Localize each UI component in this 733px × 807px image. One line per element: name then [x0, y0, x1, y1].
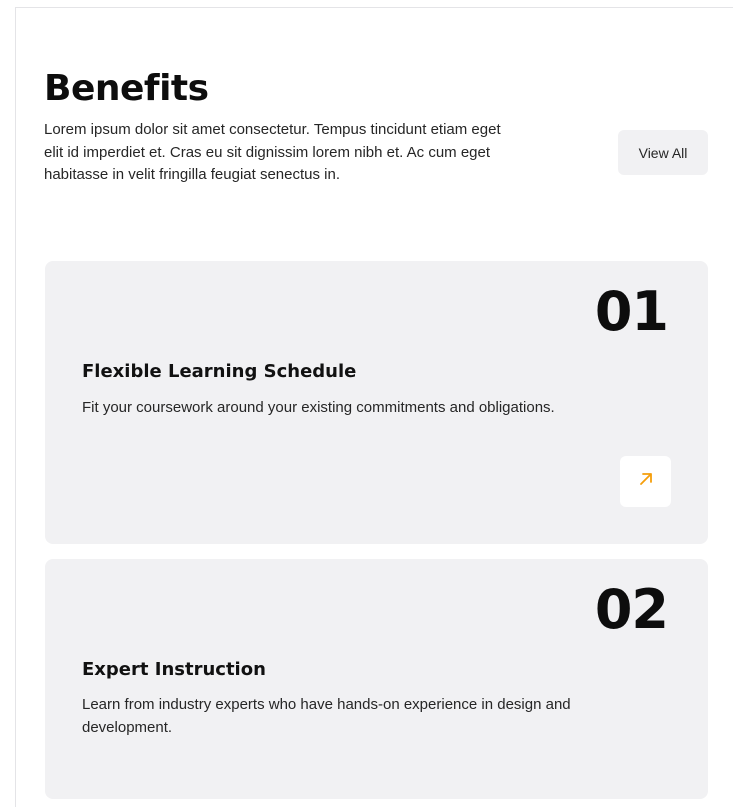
card-number: 01	[594, 280, 669, 343]
page-title: Benefits	[44, 68, 209, 109]
card-number: 02	[594, 578, 669, 641]
benefit-card: 01 Flexible Learning Schedule Fit your c…	[45, 261, 708, 544]
view-all-button[interactable]: View All	[618, 130, 708, 175]
card-link-button[interactable]	[620, 456, 671, 507]
page-description: Lorem ipsum dolor sit amet consectetur. …	[44, 121, 501, 183]
card-text: Fit your coursework around your existing…	[82, 399, 555, 416]
card-title: Expert Instruction	[82, 659, 266, 680]
card-title: Flexible Learning Schedule	[82, 361, 357, 382]
card-text: Learn from industry experts who have han…	[82, 696, 571, 736]
benefit-card: 02 Expert Instruction Learn from industr…	[45, 559, 708, 799]
arrow-up-right-icon	[639, 472, 653, 491]
